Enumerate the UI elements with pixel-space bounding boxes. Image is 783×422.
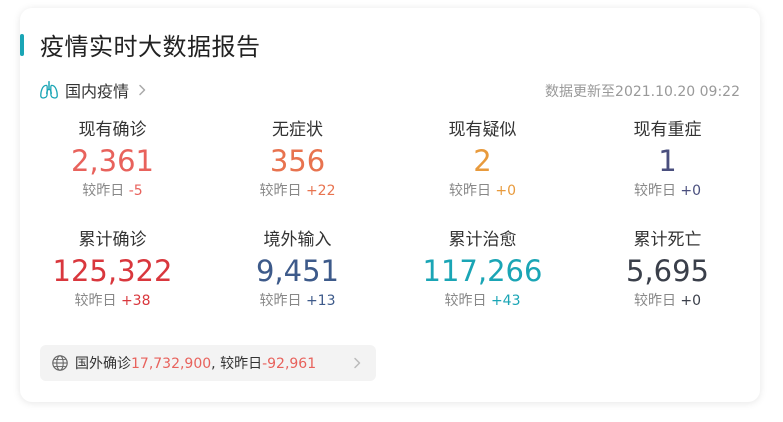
page-title: 疫情实时大数据报告	[40, 33, 261, 61]
region-selector[interactable]: 国内疫情	[38, 78, 149, 102]
stat-label: 累计治愈	[448, 230, 517, 250]
stat-label: 境外输入	[263, 230, 332, 250]
stats-row-current: 现有确诊 2,361 较昨日 -5 无症状 356 较昨日 +22 现有疑似 2…	[20, 118, 760, 228]
stat-current-confirmed: 现有确诊 2,361 较昨日 -5	[20, 118, 205, 228]
stat-cumulative-deaths: 累计死亡 5,695 较昨日 +0	[575, 228, 760, 338]
stat-value: 2	[473, 144, 492, 178]
delta-value: +43	[490, 293, 521, 309]
foreign-confirmed-link[interactable]: 国外确诊17,732,900, 较昨日-92,961	[40, 345, 376, 381]
region-label: 国内疫情	[65, 82, 130, 101]
stat-imported: 境外输入 9,451 较昨日 +13	[205, 228, 390, 338]
stat-label: 累计死亡	[633, 230, 702, 250]
delta-prefix: 较昨日	[444, 293, 487, 309]
title-accent-bar	[20, 34, 24, 56]
delta-value: +22	[305, 183, 336, 199]
stat-delta: 较昨日 +38	[20, 290, 205, 312]
stat-label: 累计确诊	[78, 230, 147, 250]
delta-prefix: 较昨日	[259, 293, 302, 309]
stat-delta: 较昨日 +0	[575, 290, 760, 312]
foreign-delta: -92,961	[262, 356, 317, 372]
delta-prefix: 较昨日	[633, 293, 676, 309]
stat-label: 无症状	[272, 120, 323, 140]
update-timestamp: 数据更新至2021.10.20 09:22	[545, 84, 740, 100]
stat-delta: 较昨日 +0	[575, 180, 760, 202]
foreign-delta-label: 较昨日	[220, 356, 263, 372]
delta-prefix: 较昨日	[448, 183, 491, 199]
delta-value: +0	[680, 293, 702, 309]
delta-prefix: 较昨日	[74, 293, 117, 309]
delta-value: +0	[680, 183, 702, 199]
stat-delta: 较昨日 +22	[205, 180, 390, 202]
delta-value: -5	[128, 183, 143, 199]
stat-suspected: 现有疑似 2 较昨日 +0	[390, 118, 575, 228]
stat-label: 现有确诊	[78, 120, 147, 140]
stat-label: 现有重症	[633, 120, 702, 140]
stat-value: 9,451	[255, 254, 340, 288]
stat-label: 现有疑似	[448, 120, 517, 140]
stat-value: 356	[269, 144, 326, 178]
stat-delta: 较昨日 +43	[390, 290, 575, 312]
stat-asymptomatic: 无症状 356 较昨日 +22	[205, 118, 390, 228]
stats-row-cumulative: 累计确诊 125,322 较昨日 +38 境外输入 9,451 较昨日 +13 …	[20, 228, 760, 338]
epidemic-report-card: 疫情实时大数据报告 国内疫情 数据更新至2021.10.20 09:22 现有确…	[20, 8, 760, 402]
stat-value: 1	[658, 144, 677, 178]
chevron-right-icon	[354, 357, 361, 369]
delta-prefix: 较昨日	[633, 183, 676, 199]
stat-value: 125,322	[52, 254, 173, 288]
stat-delta: 较昨日 +13	[205, 290, 390, 312]
stat-cumulative-confirmed: 累计确诊 125,322 较昨日 +38	[20, 228, 205, 338]
foreign-separator: ,	[211, 356, 216, 372]
globe-icon	[52, 355, 68, 371]
stat-value: 117,266	[422, 254, 543, 288]
stat-severe: 现有重症 1 较昨日 +0	[575, 118, 760, 228]
stat-value: 2,361	[70, 144, 155, 178]
delta-value: +0	[495, 183, 517, 199]
delta-value: +13	[305, 293, 336, 309]
foreign-summary: 国外确诊17,732,900, 较昨日-92,961	[75, 353, 316, 373]
stats-grid: 现有确诊 2,361 较昨日 -5 无症状 356 较昨日 +22 现有疑似 2…	[20, 118, 760, 338]
chevron-right-icon	[139, 84, 146, 96]
delta-prefix: 较昨日	[82, 183, 125, 199]
stat-delta: 较昨日 -5	[20, 180, 205, 202]
stat-delta: 较昨日 +0	[390, 180, 575, 202]
stat-cumulative-cured: 累计治愈 117,266 较昨日 +43	[390, 228, 575, 338]
foreign-label: 国外确诊	[75, 356, 131, 372]
delta-prefix: 较昨日	[259, 183, 302, 199]
delta-value: +38	[120, 293, 151, 309]
stat-value: 5,695	[625, 254, 710, 288]
lungs-icon	[40, 81, 58, 99]
foreign-value: 17,732,900	[131, 356, 212, 372]
